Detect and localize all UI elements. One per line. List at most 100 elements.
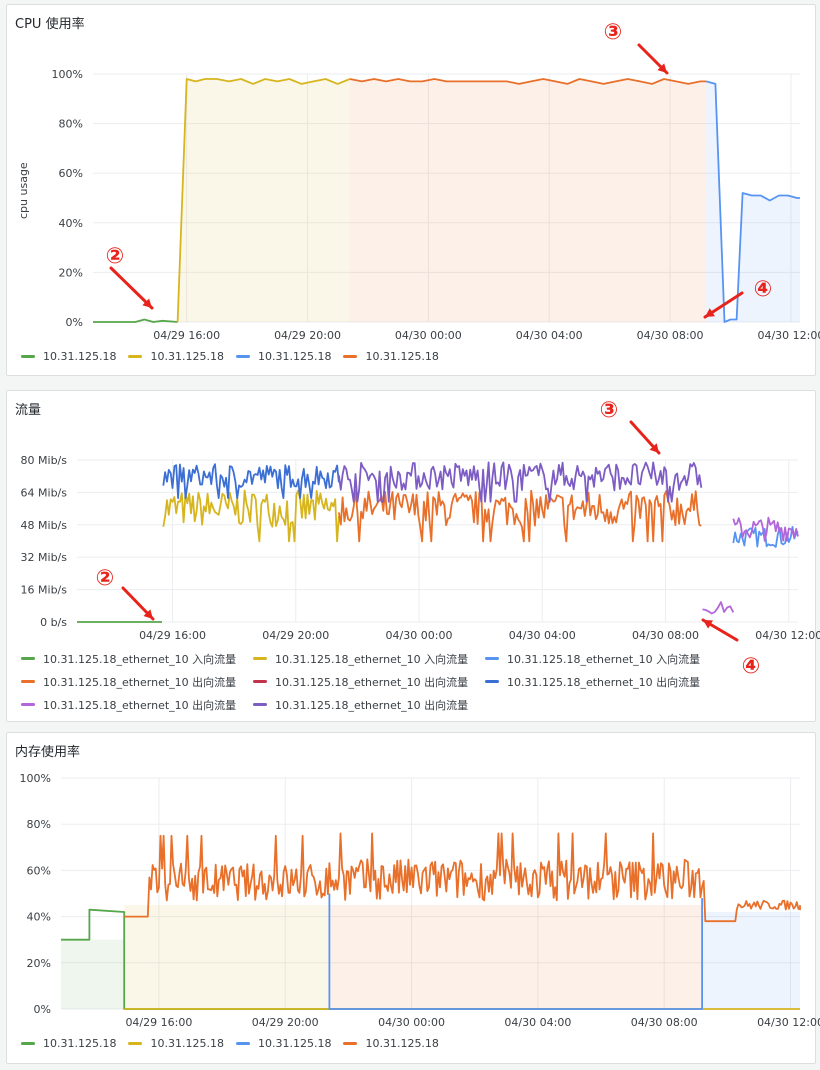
legend-item[interactable]: 10.31.125.18 — [235, 350, 332, 363]
legend-label: 10.31.125.18 — [43, 1037, 117, 1050]
legend-swatch — [253, 680, 267, 683]
legend-swatch — [21, 680, 35, 683]
memory-area-fill — [124, 905, 330, 1009]
legend-label: 10.31.125.18 — [365, 350, 439, 363]
legend-label: 10.31.125.18_ethernet_10 出向流量 — [43, 675, 237, 689]
y-tick-label: 64 Mib/s — [21, 486, 68, 499]
legend-label: 10.31.125.18_ethernet_10 入向流量 — [43, 652, 237, 666]
y-tick-label: 0% — [34, 1003, 51, 1016]
x-tick-label: 04/30 00:00 — [395, 329, 462, 342]
annotation-marker: ③ — [604, 20, 623, 45]
legend-label: 10.31.125.18_ethernet_10 出向流量 — [275, 698, 469, 712]
legend-swatch — [128, 355, 143, 358]
legend-label: 10.31.125.18 — [257, 350, 332, 363]
legend-swatch — [485, 657, 499, 660]
legend-item[interactable]: 10.31.125.18_ethernet_10 入向流量 — [485, 651, 705, 667]
cpu-series-area — [349, 79, 707, 322]
annotation-marker: ② — [96, 566, 115, 591]
x-tick-label: 04/29 20:00 — [274, 329, 341, 342]
legend-item[interactable]: 10.31.125.18 — [235, 1037, 332, 1050]
legend-item[interactable]: 10.31.125.18 — [128, 350, 224, 363]
legend-label: 10.31.125.18_ethernet_10 出向流量 — [507, 675, 701, 689]
cpu-series-area — [177, 79, 350, 322]
x-tick-label: 04/30 04:00 — [516, 329, 583, 342]
y-tick-label: 60% — [27, 864, 51, 877]
legend-label: 10.31.125.18_ethernet_10 出向流量 — [43, 698, 237, 712]
memory-legend: 10.31.125.18 10.31.125.18 10.31.125.18 10.3… — [21, 1032, 451, 1055]
legend-swatch — [235, 1042, 250, 1045]
legend-item[interactable]: 10.31.125.18 — [21, 1037, 116, 1050]
traffic-legend: 10.31.125.18_ethernet_10 入向流量 10.31.125.1… — [21, 647, 717, 716]
legend-label: 10.31.125.18 — [257, 1037, 332, 1050]
legend-item[interactable]: 10.31.125.18_ethernet_10 出向流量 — [485, 674, 705, 690]
legend-swatch — [21, 1042, 35, 1045]
traffic-series-line[interactable] — [338, 489, 702, 543]
x-tick-label: 04/30 08:00 — [631, 1016, 698, 1029]
legend-label: 10.31.125.18_ethernet_10 入向流量 — [275, 652, 469, 666]
legend-item[interactable]: 10.31.125.18_ethernet_10 出向流量 — [253, 697, 473, 713]
legend-swatch — [343, 1042, 358, 1045]
x-tick-label: 04/29 16:00 — [139, 629, 206, 642]
legend-item[interactable]: 10.31.125.18 — [128, 1037, 224, 1050]
y-tick-label: 16 Mib/s — [21, 584, 68, 597]
legend-item[interactable]: 10.31.125.18 — [343, 1037, 439, 1050]
annotation-marker: ④ — [742, 654, 761, 679]
legend-item[interactable]: 10.31.125.18 — [343, 350, 439, 363]
x-tick-label: 04/30 08:00 — [637, 329, 704, 342]
annotation-marker: ③ — [600, 398, 619, 423]
memory-area-fill — [702, 911, 800, 1009]
y-tick-label: 60% — [59, 167, 83, 180]
legend-swatch — [253, 657, 267, 660]
legend-swatch — [21, 703, 35, 706]
traffic-series-line[interactable] — [162, 489, 340, 543]
x-tick-label: 04/30 00:00 — [378, 1016, 445, 1029]
x-tick-label: 04/30 12:00 — [757, 329, 820, 342]
annotation-marker: ② — [106, 244, 125, 269]
y-tick-label: 48 Mib/s — [21, 519, 68, 532]
x-tick-label: 04/30 04:00 — [509, 629, 576, 642]
x-tick-label: 04/30 12:00 — [755, 629, 820, 642]
legend-item[interactable]: 10.31.125.18_ethernet_10 入向流量 — [21, 651, 241, 667]
y-tick-label: 20% — [27, 957, 51, 970]
traffic-series-line[interactable] — [702, 601, 735, 615]
y-tick-label: 0 b/s — [40, 616, 67, 629]
memory-usage-panel: 内存使用率 100% 80% 60% 40% 20% 0% 04/29 16:00 04/29… — [6, 732, 820, 1065]
cpu-usage-panel: CPU 使用率 cpu usage 100% 80% 60% 40% 20% 0% 04/2… — [6, 4, 820, 377]
y-tick-label: 40% — [27, 911, 51, 924]
legend-item[interactable]: 10.31.125.18_ethernet_10 入向流量 — [253, 651, 473, 667]
legend-item[interactable]: 10.31.125.18_ethernet_10 出向流量 — [21, 697, 241, 713]
cpu-series-line[interactable] — [93, 318, 178, 323]
traffic-panel: 流量 80 Mib/s 64 Mib/s 48 Mib/s 32 Mib/s 16 Mi… — [6, 390, 820, 722]
cpu-legend: 10.31.125.18 10.31.125.18 10.31.125.18 10.3… — [21, 345, 451, 368]
legend-label: 10.31.125.18 — [365, 1037, 439, 1050]
legend-item[interactable]: 10.31.125.18_ethernet_10 出向流量 — [21, 674, 241, 690]
memory-usage-chart[interactable]: 100% 80% 60% 40% 20% 0% 04/29 16:00 04/29 20:00… — [7, 733, 820, 1065]
legend-label: 10.31.125.18_ethernet_10 出向流量 — [275, 675, 469, 689]
x-tick-label: 04/30 00:00 — [386, 629, 453, 642]
x-tick-label: 04/30 12:00 — [757, 1016, 820, 1029]
annotation-marker: ④ — [754, 277, 773, 302]
legend-swatch — [21, 657, 35, 660]
x-tick-label: 04/29 16:00 — [125, 1016, 192, 1029]
x-tick-label: 04/30 08:00 — [632, 629, 699, 642]
legend-label: 10.31.125.18 — [150, 1037, 224, 1050]
x-tick-label: 04/29 16:00 — [153, 329, 220, 342]
y-tick-label: 20% — [59, 266, 83, 279]
legend-label: 10.31.125.18 — [43, 350, 117, 363]
x-tick-label: 04/29 20:00 — [252, 1016, 319, 1029]
x-tick-label: 04/29 20:00 — [262, 629, 329, 642]
y-tick-label: 80 Mib/s — [21, 454, 68, 467]
y-tick-label: 80% — [59, 118, 83, 131]
legend-item[interactable]: 10.31.125.18_ethernet_10 出向流量 — [253, 674, 473, 690]
memory-area-fill — [61, 939, 125, 1009]
legend-swatch — [21, 355, 35, 358]
legend-swatch — [128, 1042, 143, 1045]
legend-item[interactable]: 10.31.125.18 — [21, 350, 116, 363]
y-tick-label: 32 Mib/s — [21, 551, 68, 564]
legend-label: 10.31.125.18 — [150, 350, 224, 363]
cpu-usage-chart[interactable]: 100% 80% 60% 40% 20% 0% 04/29 16:00 04/29 20:00… — [7, 5, 820, 377]
legend-swatch — [253, 703, 267, 706]
legend-swatch — [485, 680, 499, 683]
legend-swatch — [235, 355, 250, 358]
y-tick-label: 100% — [20, 772, 51, 785]
